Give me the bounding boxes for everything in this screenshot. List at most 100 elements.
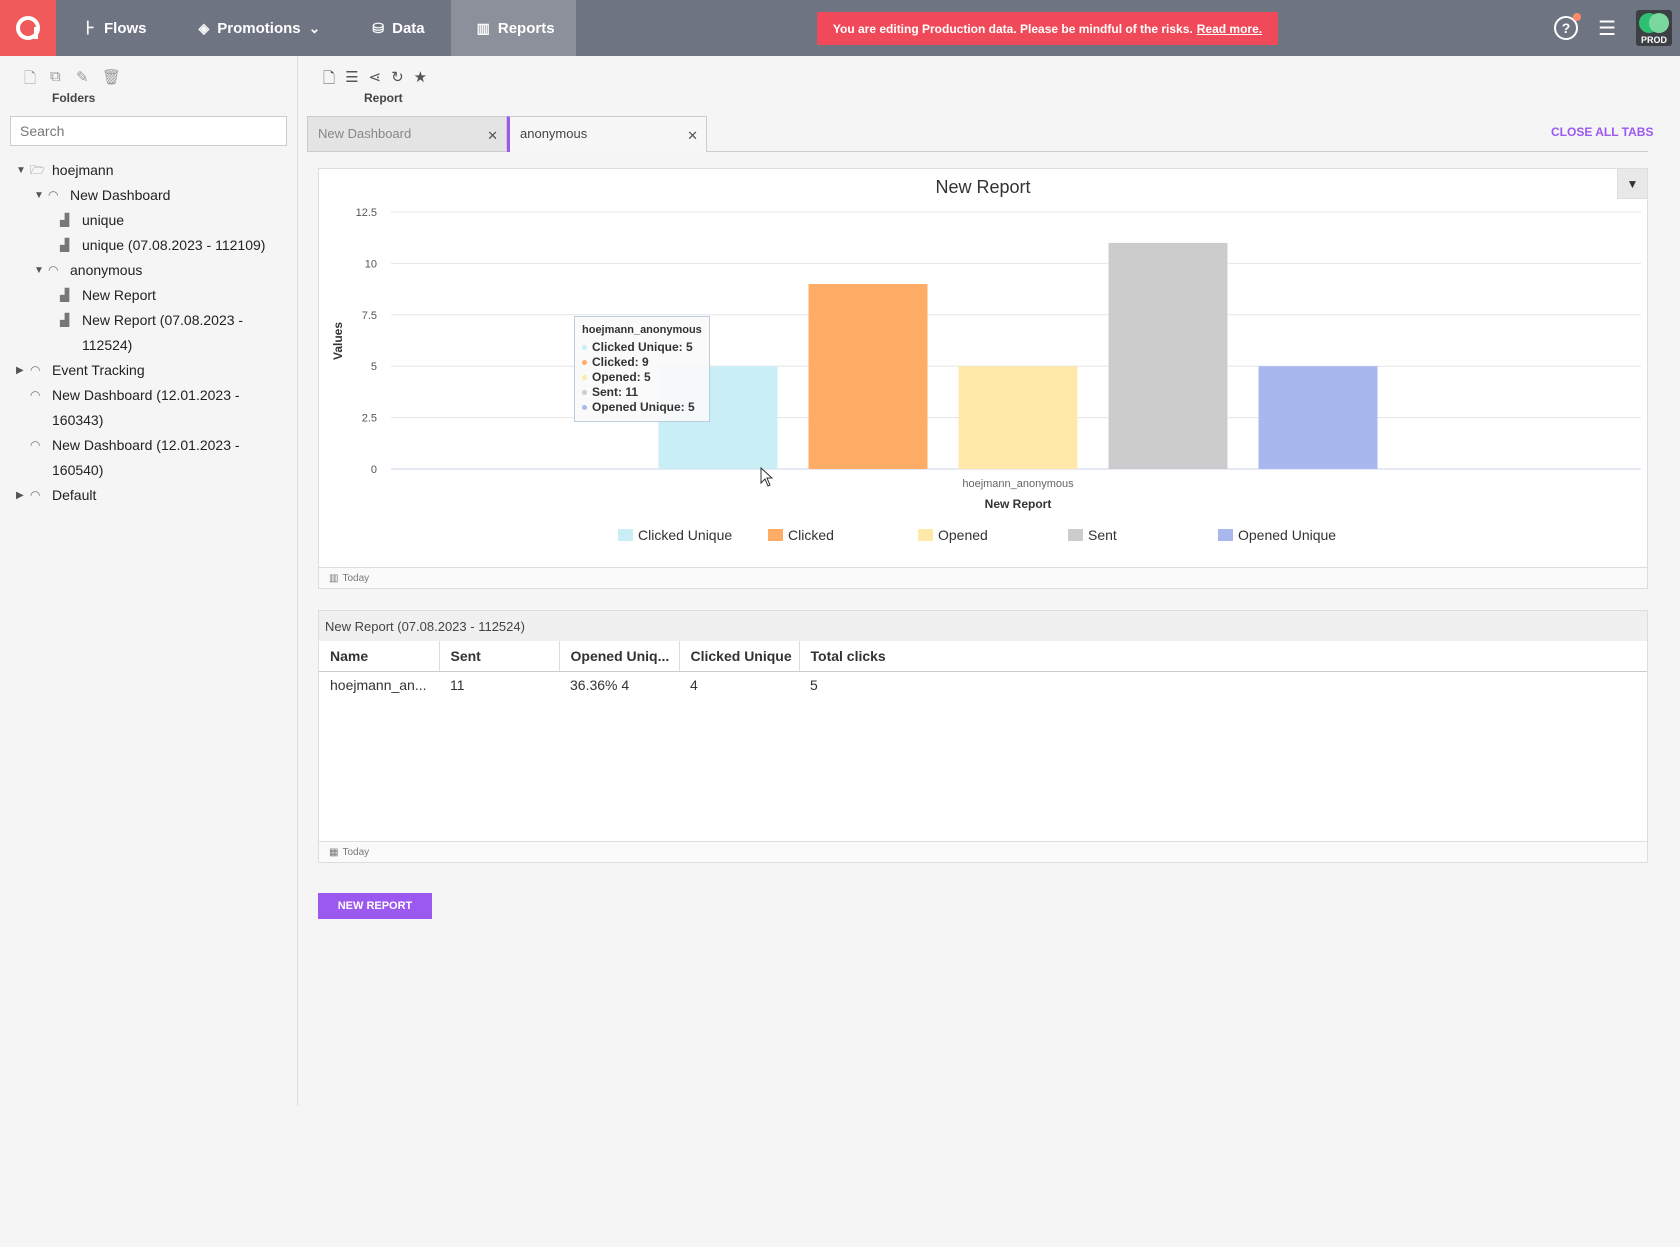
y-tick-label: 7.5 xyxy=(362,310,377,322)
tab-new-dashboard[interactable]: New Dashboard ✕ xyxy=(307,116,507,152)
tab-baseline xyxy=(707,151,1648,152)
y-tick-label: 12.5 xyxy=(356,207,377,219)
column-header[interactable]: Clicked Unique xyxy=(679,641,800,672)
tooltip-title: hoejmann_anonymous xyxy=(582,324,702,336)
legend-item[interactable]: Clicked Unique xyxy=(618,527,732,543)
help-icon[interactable]: ? xyxy=(1554,13,1582,40)
tree-item-anonymous[interactable]: ▼ ◠ anonymous xyxy=(34,258,142,283)
tree-label: unique xyxy=(82,212,125,228)
folders-sidebar: 🗋 ⧉ ✎ 🗑 Folders ▼🗁hoejmann ▼◠New Dashboa… xyxy=(0,56,298,1106)
folder-search-input[interactable] xyxy=(10,116,287,146)
refresh-icon[interactable]: ↻ xyxy=(391,68,404,93)
legend-item[interactable]: Sent xyxy=(1068,527,1117,543)
bar-opened xyxy=(958,366,1078,469)
y-axis-label: Values xyxy=(331,322,345,360)
legend-item[interactable]: Opened Unique xyxy=(1218,527,1336,543)
tree-item-unique-dated[interactable]: ▟ unique (07.08.2023 - 112109) xyxy=(60,233,265,258)
nav-reports[interactable]: ▥ Reports xyxy=(450,0,576,56)
table-icon: ▦ xyxy=(329,846,339,858)
flows-icon: ⺊ xyxy=(82,20,96,36)
table-cell: 11 xyxy=(450,676,465,693)
env-badge-label: PROD xyxy=(1640,35,1667,45)
column-header[interactable]: Sent xyxy=(439,641,560,672)
report-list-icon[interactable]: ☰ xyxy=(345,68,358,93)
nav-data[interactable]: ⛁ Data xyxy=(346,0,450,56)
collapsed-arrow-icon[interactable]: ▶ xyxy=(16,358,30,383)
logo-icon xyxy=(16,16,40,40)
new-file-icon[interactable]: 🗋 xyxy=(24,68,40,87)
share-icon[interactable]: ⋖ xyxy=(369,68,382,93)
app-logo[interactable] xyxy=(0,0,56,56)
column-header[interactable]: Name xyxy=(319,641,440,672)
nav-reports-label: Reports xyxy=(497,19,555,37)
report-icon: ▟ xyxy=(60,313,70,327)
tooltip-row-text: Opened: 5 xyxy=(592,370,651,384)
y-tick-label: 0 xyxy=(371,464,377,476)
x-category-label: hoejmann_anonymous xyxy=(962,478,1074,490)
table-panel-title: New Report (07.08.2023 - 112524) xyxy=(319,611,1647,641)
bar-chart: 0 2.5 5 7.5 10 12.5 Values hoejmann_anonymous Ne… xyxy=(331,207,1641,511)
close-all-tabs-button[interactable]: CLOSE ALL TABS xyxy=(1551,125,1653,139)
report-icon: ▟ xyxy=(60,213,70,227)
tab-anonymous[interactable]: anonymous ✕ xyxy=(507,116,707,152)
legend-label: Clicked xyxy=(788,527,834,543)
tree-label: Event Tracking xyxy=(52,362,145,378)
tree-item-unique[interactable]: ▟ unique xyxy=(60,208,124,233)
tooltip-row-text: Sent: 11 xyxy=(592,385,639,399)
expanded-arrow-icon[interactable]: ▼ xyxy=(34,258,48,283)
chart-tooltip: hoejmann_anonymous Clicked Unique: 5 Cli… xyxy=(574,316,710,422)
legend-label: Clicked Unique xyxy=(638,527,733,543)
tree-label: hoejmann xyxy=(52,162,114,178)
new-report-file-icon[interactable]: 🗋 xyxy=(323,68,335,93)
legend-item[interactable]: Clicked xyxy=(768,527,834,543)
bar-sent xyxy=(1108,242,1228,469)
star-icon[interactable]: ★ xyxy=(414,68,427,93)
expanded-arrow-icon[interactable]: ▼ xyxy=(16,158,30,183)
collapsed-arrow-icon[interactable]: ▶ xyxy=(16,483,30,508)
new-report-button[interactable]: NEW REPORT xyxy=(318,893,432,919)
expanded-arrow-icon[interactable]: ▼ xyxy=(34,183,48,208)
tree-label: New Report xyxy=(82,287,156,303)
report-toolbar: 🗋 ☰ ⋖ ↻ ★ xyxy=(323,68,427,93)
nav-promotions[interactable]: ◈ Promotions ⌄ xyxy=(173,0,347,56)
tree-item-default[interactable]: ▶ ◠ Default xyxy=(16,483,96,508)
tree-item-hoejmann[interactable]: ▼ 🗁 hoejmann xyxy=(16,158,114,183)
x-axis-label: New Report xyxy=(985,497,1052,511)
settings-sliders-icon[interactable]: ☰ xyxy=(1598,16,1616,41)
close-tab-icon[interactable]: ✕ xyxy=(687,128,698,144)
nav-flows-label: Flows xyxy=(104,19,147,37)
table-footer-label: Today xyxy=(342,846,370,858)
environment-badge[interactable]: PROD xyxy=(1636,10,1672,46)
tooltip-row: Clicked: 9 xyxy=(582,355,702,370)
tree-item-event-tracking[interactable]: ▶ ◠ Event Tracking xyxy=(16,358,145,383)
legend-swatch xyxy=(1068,529,1083,541)
close-tab-icon[interactable]: ✕ xyxy=(487,128,498,144)
copy-icon[interactable]: ⧉ xyxy=(50,68,66,86)
column-header[interactable]: Opened Uniq... xyxy=(559,641,680,672)
legend-item[interactable]: Opened xyxy=(918,527,988,543)
tree-label: New Dashboard (12.01.2023 - xyxy=(52,387,240,403)
tree-label: unique (07.08.2023 - 112109) xyxy=(82,237,266,253)
read-more-link[interactable]: Read more. xyxy=(1197,22,1262,36)
database-icon: ⛁ xyxy=(372,19,385,36)
table-cell: 5 xyxy=(810,676,818,693)
delete-icon[interactable]: 🗑 xyxy=(102,68,121,86)
report-icon: ▟ xyxy=(60,238,70,252)
y-tick-label: 2.5 xyxy=(362,413,377,425)
mouse-cursor-icon xyxy=(760,467,774,487)
column-header[interactable]: Total clicks xyxy=(799,641,1647,672)
dashboard-icon: ◠ xyxy=(30,438,41,452)
bar-clicked xyxy=(808,283,928,469)
tree-item-dashboard-160343[interactable]: ◠ New Dashboard (12.01.2023 - 160343) xyxy=(30,383,240,433)
report-toolbar-label: Report xyxy=(364,91,403,105)
tree-item-dashboard-160540[interactable]: ◠ New Dashboard (12.01.2023 - 160540) xyxy=(30,433,240,483)
table-row[interactable]: hoejmann_an... 11 36.36% 4 4 5 xyxy=(319,671,1647,698)
edit-icon[interactable]: ✎ xyxy=(76,68,92,86)
tree-item-new-dashboard[interactable]: ▼ ◠ New Dashboard xyxy=(34,183,170,208)
table-cell: 36.36% 4 xyxy=(570,676,630,693)
nav-flows[interactable]: ⺊ Flows xyxy=(56,0,173,56)
chart-footer-label: Today xyxy=(342,572,370,584)
tree-item-new-report[interactable]: ▟ New Report xyxy=(60,283,156,308)
legend-label: Opened xyxy=(938,527,988,543)
tree-item-new-report-dated[interactable]: ▟ New Report (07.08.2023 - 112524) xyxy=(60,308,243,358)
